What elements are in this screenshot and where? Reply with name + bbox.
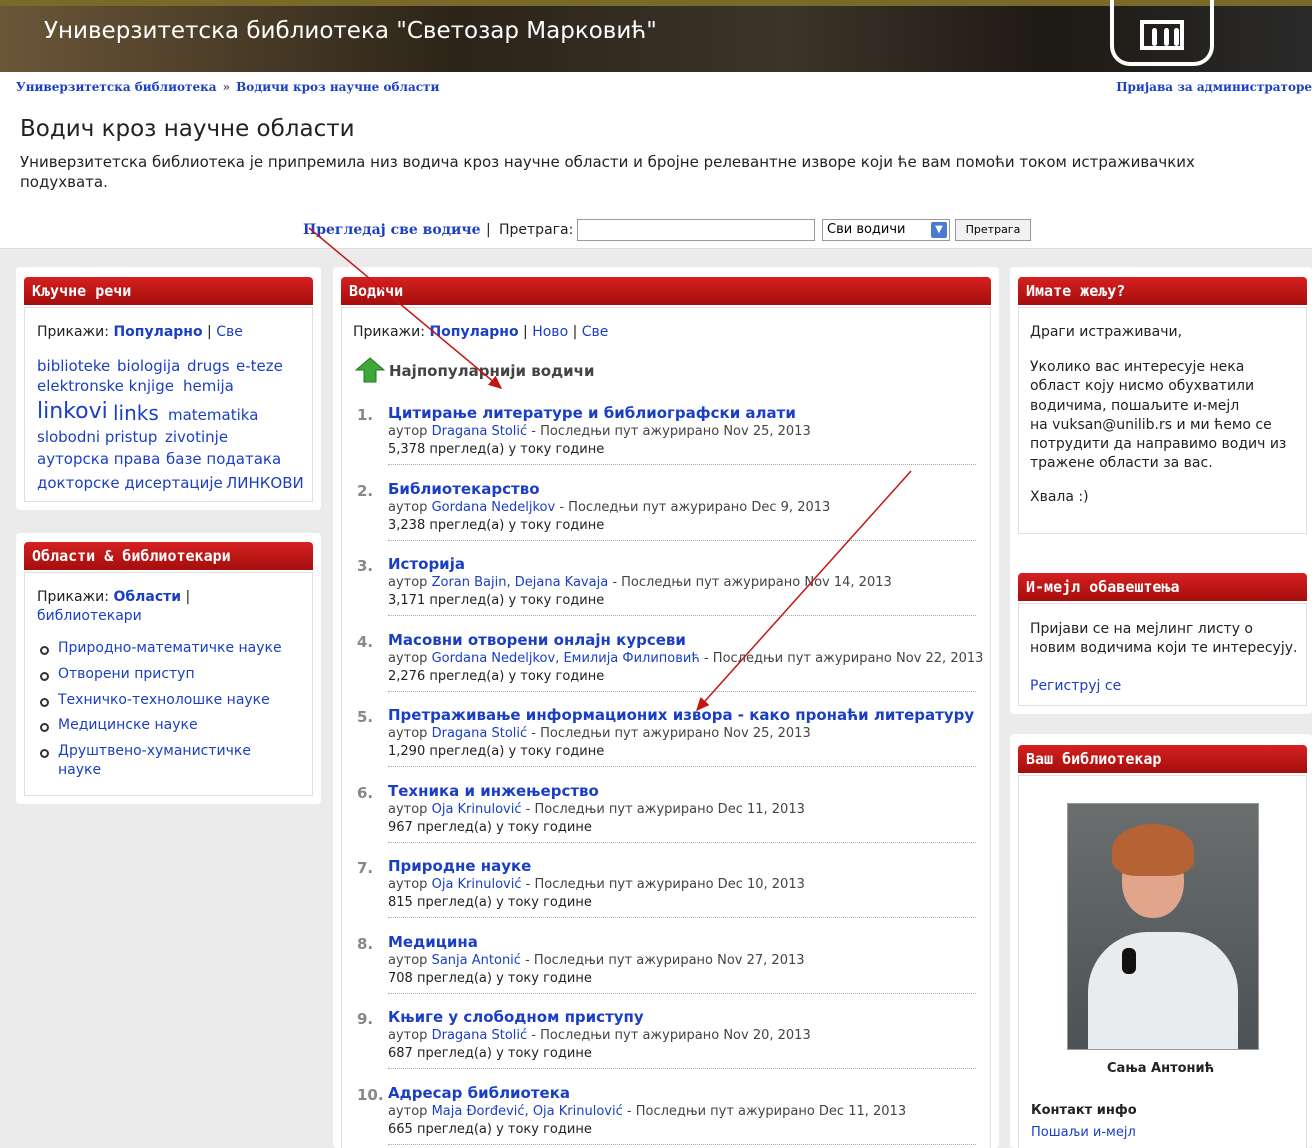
annotation-arrow [308,227,503,389]
annotation-overlay [308,227,912,712]
annotation-arrow [695,470,912,712]
